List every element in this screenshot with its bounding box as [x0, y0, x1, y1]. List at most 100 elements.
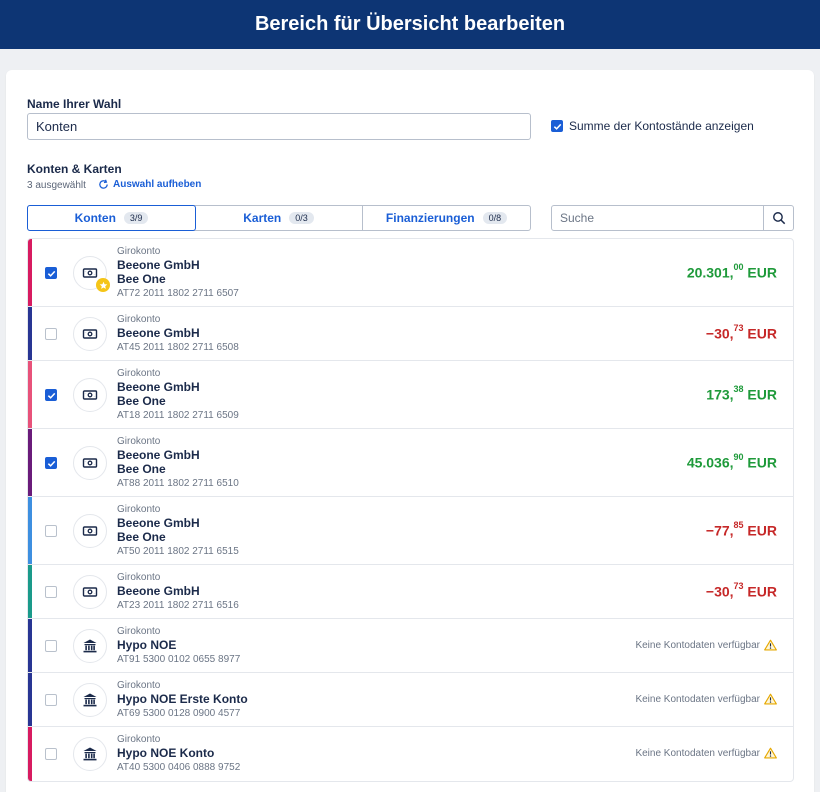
balance-currency: EUR [743, 583, 777, 600]
account-row[interactable]: Girokonto Beeone GmbH Bee One AT88 2011 180… [28, 429, 793, 497]
account-type-icon [73, 737, 107, 771]
account-row[interactable]: Girokonto Beeone GmbH AT45 2011 1802 2711 … [28, 307, 793, 361]
tab-konten[interactable]: Konten 3/9 [27, 205, 196, 231]
tab-karten[interactable]: Karten 0/3 [195, 206, 363, 230]
account-row[interactable]: Girokonto Beeone GmbH Bee One AT18 2011 180… [28, 361, 793, 429]
account-iban: AT91 5300 0102 0655 8977 [117, 654, 241, 665]
account-color-bar [28, 619, 32, 672]
account-name: Bee One [117, 462, 166, 476]
search-button[interactable] [763, 206, 793, 230]
account-info: Girokonto Hypo NOE Konto AT40 5300 0406 08… [117, 733, 240, 774]
account-row[interactable]: Girokonto Beeone GmbH Bee One AT50 2011 180… [28, 497, 793, 565]
balance-currency: EUR [743, 454, 777, 471]
warning-icon [764, 693, 777, 705]
account-type: Girokonto [117, 626, 161, 637]
account-checkbox[interactable] [45, 694, 57, 706]
account-iban: AT69 5300 0128 0900 4577 [117, 708, 241, 719]
name-input[interactable] [27, 113, 531, 140]
account-row[interactable]: Girokonto Beeone GmbH Bee One AT72 2011 180… [28, 239, 793, 307]
account-balance: −30,73 EUR [705, 323, 777, 342]
page-header: Bereich für Übersicht bearbeiten [0, 0, 820, 49]
sum-checkbox[interactable] [551, 120, 563, 132]
no-data-text: Keine Kontodaten verfügbar [635, 639, 760, 651]
balance-decimals: 85 [733, 520, 744, 530]
tab-count-badge: 0/8 [482, 212, 508, 224]
account-checkbox[interactable] [45, 457, 57, 469]
account-name: Bee One [117, 394, 166, 408]
no-data-text: Keine Kontodaten verfügbar [635, 693, 760, 705]
warning-icon [764, 639, 777, 651]
account-holder: Beeone GmbH [117, 516, 200, 530]
star-icon [99, 281, 107, 289]
checkmark-icon [47, 392, 55, 399]
balance-currency: EUR [743, 386, 777, 403]
search-box [551, 205, 794, 231]
account-checkbox[interactable] [45, 748, 57, 760]
account-color-bar [28, 565, 32, 618]
account-holder: Hypo NOE Erste Konto [117, 692, 248, 706]
no-data-notice: Keine Kontodaten verfügbar [635, 639, 777, 651]
tab-finanzierungen[interactable]: Finanzierungen 0/8 [363, 206, 530, 230]
account-color-bar [28, 497, 32, 564]
selected-count: 3 ausgewählt [27, 180, 86, 191]
checkmark-icon [553, 123, 561, 130]
account-type: Girokonto [117, 504, 161, 515]
balance-currency: EUR [743, 522, 777, 539]
account-type: Girokonto [117, 734, 161, 745]
account-checkbox[interactable] [45, 640, 57, 652]
balance-main: −30, [705, 325, 734, 342]
account-info: Girokonto Beeone GmbH Bee One AT18 2011 180… [117, 367, 239, 422]
account-type-icon [73, 575, 107, 609]
account-row[interactable]: Girokonto Hypo NOE Erste Konto AT69 5300 0… [28, 673, 793, 727]
sum-option[interactable]: Summe der Kontostände anzeigen [551, 119, 754, 133]
reset-selection-button[interactable]: Auswahl aufheben [98, 179, 201, 190]
account-type: Girokonto [117, 368, 161, 379]
warning-icon [764, 747, 777, 759]
account-checkbox[interactable] [45, 267, 57, 279]
account-info: Girokonto Beeone GmbH AT45 2011 1802 2711 … [117, 313, 239, 354]
account-color-bar [28, 673, 32, 726]
account-checkbox[interactable] [45, 389, 57, 401]
balance-decimals: 38 [733, 384, 744, 394]
name-label: Name Ihrer Wahl [27, 97, 122, 111]
account-checkbox[interactable] [45, 586, 57, 598]
account-color-bar [28, 361, 32, 428]
account-balance: −30,73 EUR [706, 581, 777, 600]
account-iban: AT18 2011 1802 2711 6509 [117, 410, 239, 421]
tab-label: Karten [243, 211, 282, 225]
bank-icon [83, 693, 97, 707]
banknote-icon [82, 458, 98, 468]
account-type: Girokonto [117, 314, 161, 325]
account-row[interactable]: Girokonto Hypo NOE AT91 5300 0102 0655 897… [28, 619, 793, 673]
account-info: Girokonto Hypo NOE Erste Konto AT69 5300 0… [117, 679, 248, 720]
account-iban: AT72 2011 1802 2711 6507 [117, 288, 239, 299]
account-holder: Hypo NOE Konto [117, 746, 215, 760]
account-type: Girokonto [117, 680, 161, 691]
tab-count-badge: 0/3 [289, 212, 314, 224]
account-checkbox[interactable] [45, 328, 57, 340]
no-data-notice: Keine Kontodaten verfügbar [635, 747, 777, 759]
banknote-icon [82, 390, 98, 400]
account-checkbox[interactable] [45, 525, 57, 537]
account-list: Girokonto Beeone GmbH Bee One AT72 2011 180… [27, 238, 794, 782]
section-title: Konten & Karten [27, 162, 122, 176]
checkmark-icon [47, 270, 55, 277]
account-info: Girokonto Beeone GmbH Bee One AT88 2011 180… [117, 435, 239, 490]
account-info: Girokonto Beeone GmbH AT23 2011 1802 2711 … [117, 571, 239, 612]
account-balance: 45.036,90 EUR [687, 452, 777, 471]
account-type-icon [73, 446, 107, 480]
account-row[interactable]: Girokonto Hypo NOE Konto AT40 5300 0406 08… [28, 727, 793, 781]
banknote-icon [82, 268, 98, 278]
account-type-icon [73, 683, 107, 717]
account-color-bar [28, 429, 32, 496]
bank-icon [83, 747, 97, 761]
account-color-bar [28, 727, 32, 781]
account-row[interactable]: Girokonto Beeone GmbH AT23 2011 1802 2711 … [28, 565, 793, 619]
account-info: Girokonto Hypo NOE AT91 5300 0102 0655 897… [117, 625, 240, 666]
balance-decimals: 00 [733, 262, 744, 272]
account-iban: AT45 2011 1802 2711 6508 [117, 342, 239, 353]
search-input[interactable] [552, 206, 763, 230]
account-iban: AT88 2011 1802 2711 6510 [117, 478, 239, 489]
account-name: Bee One [117, 272, 166, 286]
balance-currency: EUR [743, 264, 777, 281]
